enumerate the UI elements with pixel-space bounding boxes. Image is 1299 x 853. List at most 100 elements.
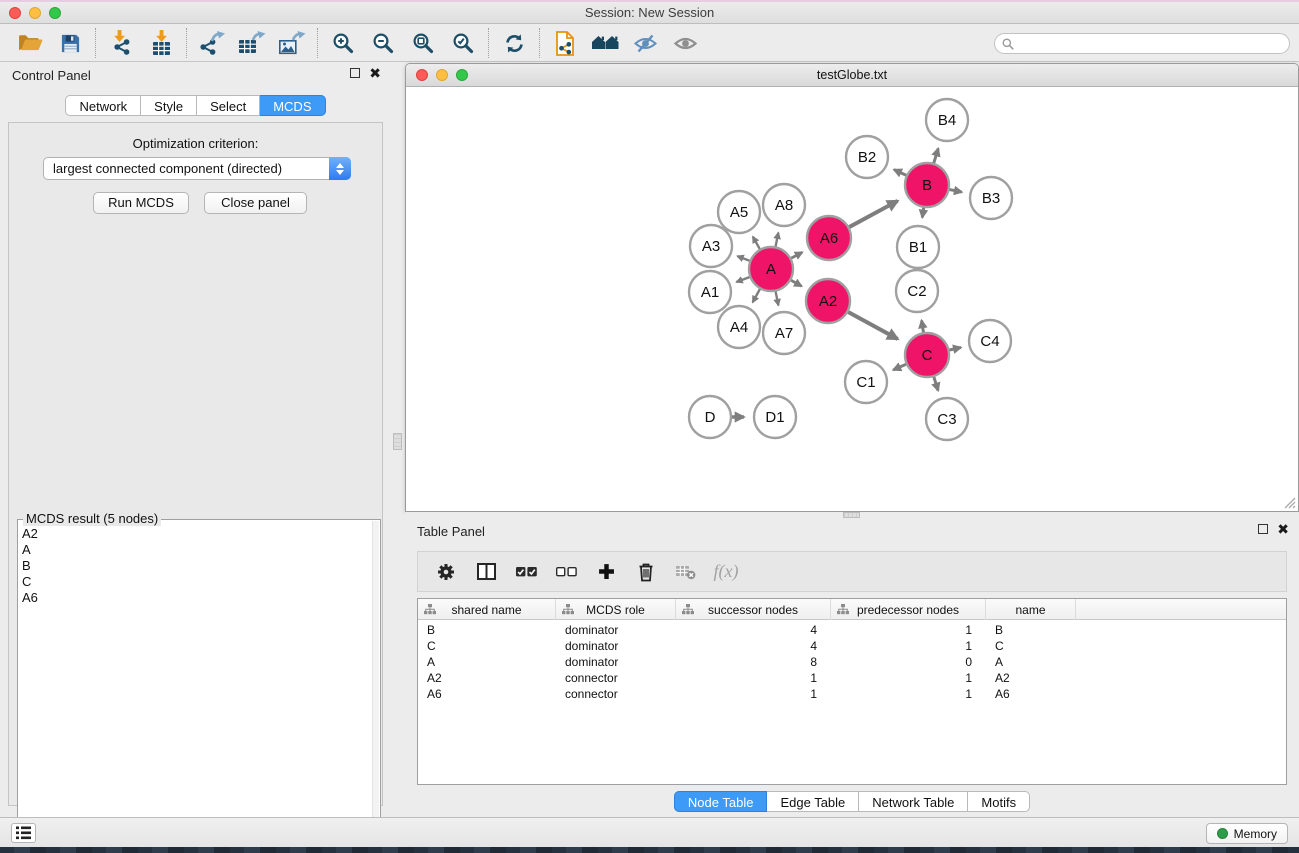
- mcds-result-item[interactable]: A6: [22, 590, 368, 606]
- graph-node-B[interactable]: B: [905, 163, 949, 207]
- open-session-button[interactable]: [10, 27, 50, 59]
- new-network-from-file-button[interactable]: [545, 27, 585, 59]
- graph-node-C4[interactable]: C4: [969, 320, 1011, 362]
- close-panel-icon[interactable]: ✖: [369, 67, 381, 79]
- graph-node-A7[interactable]: A7: [763, 312, 805, 354]
- home-panels-button[interactable]: [585, 27, 625, 59]
- hide-selected-button[interactable]: [625, 27, 665, 59]
- zoom-out-button[interactable]: [363, 27, 403, 59]
- graph-edge-A-A8[interactable]: [776, 233, 779, 247]
- run-mcds-button[interactable]: Run MCDS: [93, 192, 189, 214]
- graph-edge-A-A2[interactable]: [791, 280, 802, 286]
- zoom-selected-button[interactable]: [443, 27, 483, 59]
- float-panel-icon[interactable]: [350, 68, 360, 78]
- zoom-in-button[interactable]: [323, 27, 363, 59]
- graph-node-A8[interactable]: A8: [763, 184, 805, 226]
- graph-edge-B-B4[interactable]: [934, 148, 938, 163]
- delete-table-button[interactable]: [628, 556, 664, 588]
- graph-edge-B-B1[interactable]: [922, 208, 923, 218]
- graph-edge-A-A7[interactable]: [776, 292, 779, 306]
- graph-node-B2[interactable]: B2: [846, 136, 888, 178]
- table-cell[interactable]: dominator: [556, 622, 676, 638]
- tab-mcds[interactable]: MCDS: [260, 95, 325, 116]
- window-resize-grip[interactable]: [1282, 495, 1296, 509]
- zoom-fit-button[interactable]: [403, 27, 443, 59]
- splitter-grip-icon[interactable]: [393, 433, 402, 450]
- table-cell[interactable]: connector: [556, 686, 676, 702]
- table-cell[interactable]: 8: [676, 654, 831, 670]
- graph-edge-A-A1[interactable]: [736, 277, 749, 282]
- mcds-result-item[interactable]: B: [22, 558, 368, 574]
- tab-network-table[interactable]: Network Table: [859, 791, 968, 812]
- table-row[interactable]: A6connector11A6: [418, 686, 1286, 702]
- table-cell[interactable]: A2: [986, 670, 1076, 686]
- export-table-button[interactable]: [232, 27, 272, 59]
- close-panel-icon[interactable]: ✖: [1277, 523, 1289, 535]
- table-row[interactable]: Bdominator41B: [418, 622, 1286, 638]
- graph-node-C[interactable]: C: [905, 333, 949, 377]
- graph-edge-A-A3[interactable]: [737, 256, 749, 261]
- table-cell[interactable]: dominator: [556, 654, 676, 670]
- table-row[interactable]: A2connector11A2: [418, 670, 1286, 686]
- save-session-button[interactable]: [50, 27, 90, 59]
- graph-edge-C-C2[interactable]: [922, 320, 924, 332]
- mcds-result-item[interactable]: A: [22, 542, 368, 558]
- table-cell[interactable]: 0: [831, 654, 986, 670]
- graph-edge-B-B3[interactable]: [950, 190, 962, 192]
- search-field[interactable]: [994, 33, 1290, 54]
- export-image-button[interactable]: [272, 27, 312, 59]
- column-header-mcds-role[interactable]: MCDS role: [556, 599, 676, 620]
- tab-motifs[interactable]: Motifs: [968, 791, 1030, 812]
- export-network-button[interactable]: [192, 27, 232, 59]
- tab-select[interactable]: Select: [197, 95, 260, 116]
- vertical-splitter[interactable]: [391, 62, 405, 817]
- graph-node-A2[interactable]: A2: [806, 279, 850, 323]
- add-column-button[interactable]: [588, 556, 624, 588]
- graph-node-D1[interactable]: D1: [754, 396, 796, 438]
- table-row[interactable]: Adominator80A: [418, 654, 1286, 670]
- mcds-result-item[interactable]: C: [22, 574, 368, 590]
- column-header-name[interactable]: name: [986, 599, 1076, 620]
- graph-node-B4[interactable]: B4: [926, 99, 968, 141]
- column-header-successor-nodes[interactable]: successor nodes: [676, 599, 831, 620]
- search-input[interactable]: [1018, 36, 1289, 52]
- table-cell[interactable]: A6: [986, 686, 1076, 702]
- table-cell[interactable]: A2: [418, 670, 556, 686]
- table-cell[interactable]: C: [418, 638, 556, 654]
- import-table-button[interactable]: [141, 27, 181, 59]
- table-cell[interactable]: A6: [418, 686, 556, 702]
- column-header-predecessor-nodes[interactable]: predecessor nodes: [831, 599, 986, 620]
- table-cell[interactable]: A: [986, 654, 1076, 670]
- graph-node-C1[interactable]: C1: [845, 361, 887, 403]
- table-cell[interactable]: C: [986, 638, 1076, 654]
- criterion-select[interactable]: largest connected component (directed): [43, 157, 351, 180]
- show-selected-button[interactable]: [665, 27, 705, 59]
- graph-edge-C-C1[interactable]: [893, 364, 906, 370]
- graph-edge-A2-C[interactable]: [848, 312, 897, 339]
- graph-node-A1[interactable]: A1: [689, 271, 731, 313]
- graph-node-D[interactable]: D: [689, 396, 731, 438]
- table-row[interactable]: Cdominator41C: [418, 638, 1286, 654]
- graph-node-A5[interactable]: A5: [718, 191, 760, 233]
- tab-node-table[interactable]: Node Table: [674, 791, 768, 812]
- table-cell[interactable]: 1: [831, 686, 986, 702]
- graph-node-A6[interactable]: A6: [807, 216, 851, 260]
- float-panel-icon[interactable]: [1258, 524, 1268, 534]
- graph-node-A4[interactable]: A4: [718, 306, 760, 348]
- deselect-all-button[interactable]: [548, 556, 584, 588]
- mcds-result-scrollbar[interactable]: [372, 521, 379, 853]
- graph-edge-A-A6[interactable]: [791, 252, 802, 258]
- table-cell[interactable]: 4: [676, 622, 831, 638]
- graph-edge-B-B2[interactable]: [894, 170, 906, 176]
- tab-network[interactable]: Network: [65, 95, 141, 116]
- graph-edge-C-C3[interactable]: [934, 377, 938, 391]
- memory-button[interactable]: Memory: [1206, 823, 1288, 844]
- graph-node-B3[interactable]: B3: [970, 177, 1012, 219]
- mcds-result-item[interactable]: A2: [22, 526, 368, 542]
- table-cell[interactable]: connector: [556, 670, 676, 686]
- table-cell[interactable]: 1: [676, 670, 831, 686]
- refresh-button[interactable]: [494, 27, 534, 59]
- graph-edge-A-A4[interactable]: [753, 289, 760, 302]
- close-panel-button[interactable]: Close panel: [204, 192, 307, 214]
- graph-edge-A-A5[interactable]: [753, 237, 760, 249]
